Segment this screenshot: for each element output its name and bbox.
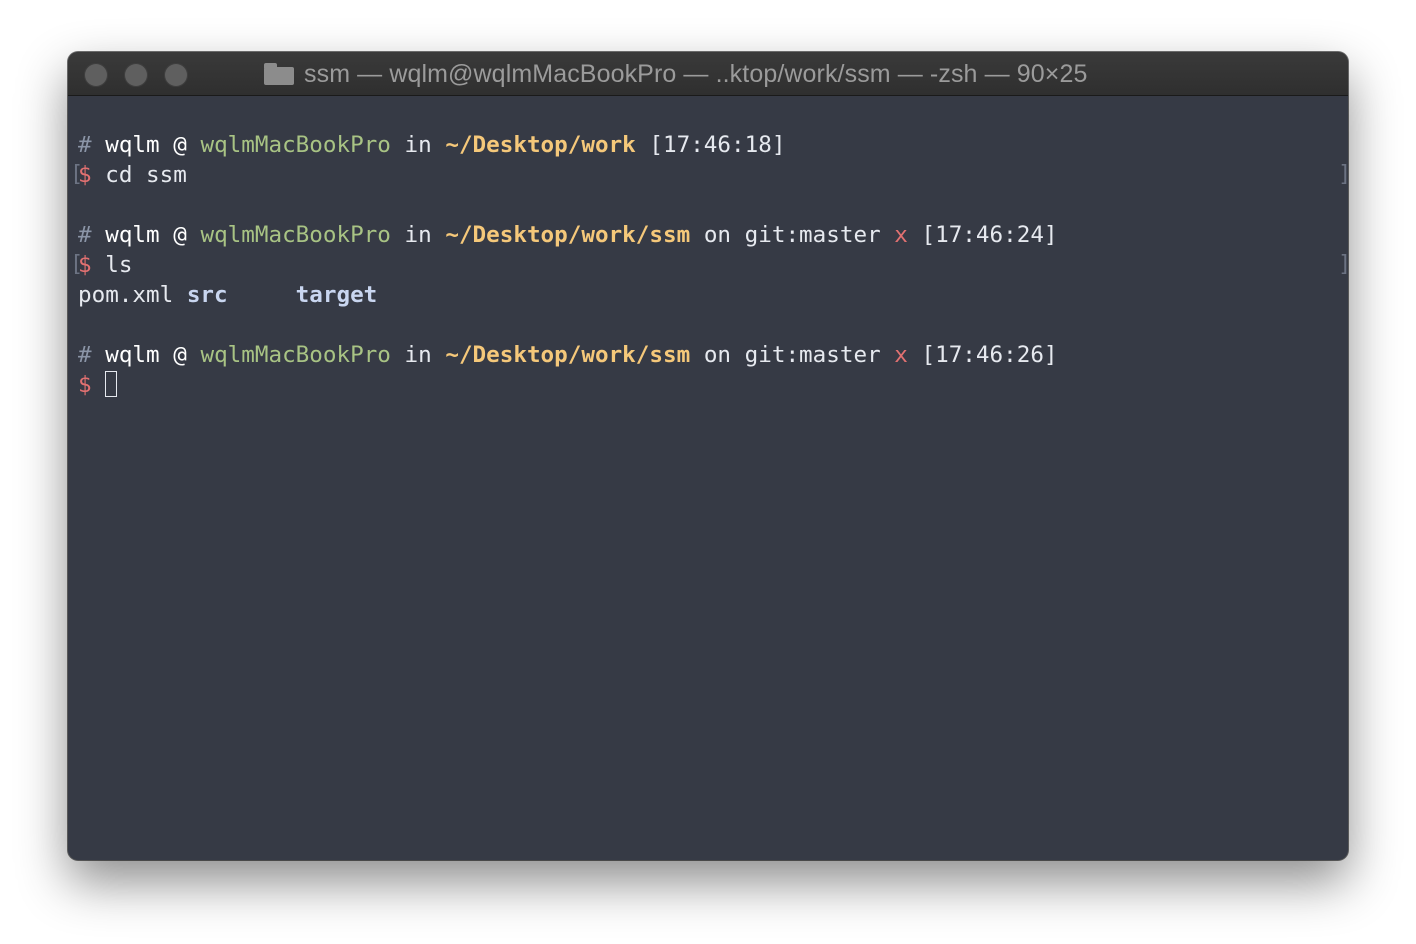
minimize-button[interactable] [124, 63, 148, 87]
prompt-at: @ [173, 132, 187, 158]
prompt-in: in [404, 132, 432, 158]
terminal-window: ssm — wqlm@wqlmMacBookPro — ..ktop/work/… [68, 52, 1348, 860]
prompt-git-branch: git:master [744, 222, 881, 248]
title-bar[interactable]: ssm — wqlm@wqlmMacBookPro — ..ktop/work/… [68, 52, 1348, 96]
command-text: cd ssm [105, 162, 187, 188]
prompt-in: in [404, 222, 432, 248]
prompt-path: ~/Desktop/work/ssm [445, 222, 691, 248]
prompt-user: wqlm [105, 132, 160, 158]
prompt-user: wqlm [105, 222, 160, 248]
prompt-at: @ [173, 342, 187, 368]
prompt-on: on [703, 342, 732, 368]
prompt-hash: # [78, 222, 92, 248]
command-line-active[interactable]: $ [78, 370, 118, 400]
prompt-path: ~/Desktop/work/ssm [445, 342, 691, 368]
zoom-button[interactable] [164, 63, 188, 87]
prompt-dirty-flag: x [894, 222, 908, 248]
prompt-host: wqlmMacBookPro [200, 342, 391, 368]
prompt-line: # wqlm @ wqlmMacBookPro in ~/Desktop/wor… [78, 220, 1058, 250]
prompt-time: [17:46:24] [921, 222, 1058, 248]
prompt-host: wqlmMacBookPro [200, 222, 391, 248]
prompt-dollar: $ [78, 372, 92, 398]
prompt-line: # wqlm @ wqlmMacBookPro in ~/Desktop/wor… [78, 340, 1058, 370]
prompt-on: on [703, 222, 732, 248]
prompt-dirty-flag: x [894, 342, 908, 368]
ls-file: pom.xml [78, 282, 174, 308]
command-text: ls [105, 252, 133, 278]
prompt-line: # wqlm @ wqlmMacBookPro in ~/Desktop/wor… [78, 130, 785, 160]
prompt-time: [17:46:18] [649, 132, 786, 158]
prompt-dollar: $ [78, 162, 92, 188]
prompt-time: [17:46:26] [921, 342, 1058, 368]
window-title-area: ssm — wqlm@wqlmMacBookPro — ..ktop/work/… [264, 52, 1087, 96]
window-title: ssm — wqlm@wqlmMacBookPro — ..ktop/work/… [304, 59, 1088, 88]
prompt-host: wqlmMacBookPro [200, 132, 391, 158]
command-line: $ ls [78, 250, 132, 280]
prompt-dollar: $ [78, 252, 92, 278]
prompt-user: wqlm [105, 342, 160, 368]
prompt-path: ~/Desktop/work [445, 132, 636, 158]
ls-output: pom.xml src target [78, 280, 377, 310]
prompt-hash: # [78, 132, 92, 158]
mark-right: ] [1338, 250, 1348, 280]
folder-icon [264, 63, 294, 85]
prompt-hash: # [78, 342, 92, 368]
text-cursor[interactable] [105, 371, 118, 397]
prompt-git-branch: git:master [744, 342, 881, 368]
ls-dir: target [295, 282, 378, 308]
command-line: $ cd ssm [78, 160, 187, 190]
mark-right: ] [1338, 160, 1348, 190]
prompt-at: @ [173, 222, 187, 248]
prompt-in: in [404, 342, 432, 368]
close-button[interactable] [84, 63, 108, 87]
terminal-content[interactable]: # wqlm @ wqlmMacBookPro in ~/Desktop/wor… [68, 96, 1348, 860]
ls-dir: src [186, 282, 228, 308]
